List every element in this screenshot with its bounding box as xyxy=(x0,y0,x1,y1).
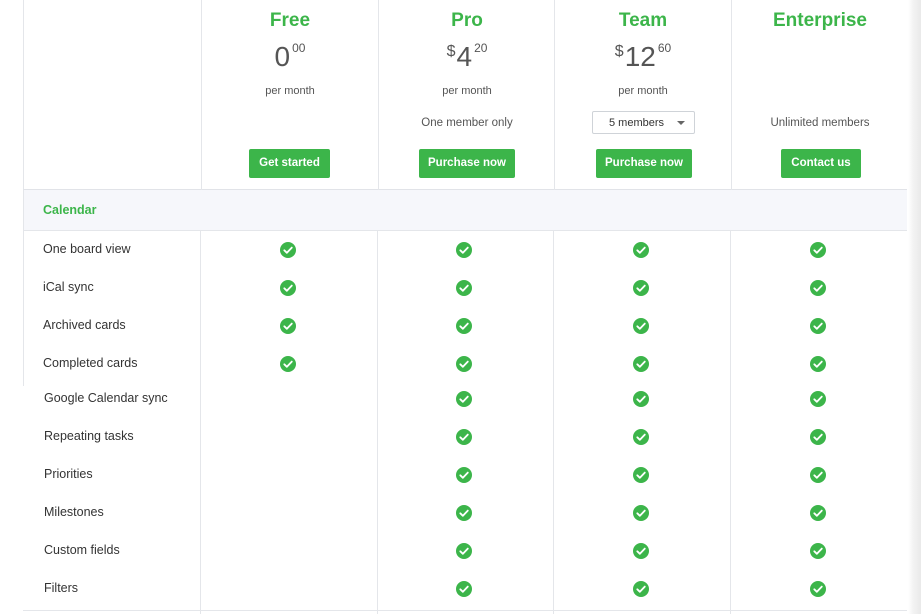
check-circle-icon xyxy=(280,356,296,372)
feature-label: Repeating tasks xyxy=(44,429,134,443)
feature-row: Completed cards xyxy=(23,345,907,383)
price-amount: 4 xyxy=(456,41,473,72)
members-select[interactable]: 5 members xyxy=(592,111,695,134)
check-circle-icon xyxy=(633,467,649,483)
feature-row: Archived cards xyxy=(23,307,907,345)
purchase-now-button[interactable]: Purchase now xyxy=(419,149,515,178)
members-select-value: 5 members xyxy=(609,117,665,129)
feature-label: Custom fields xyxy=(44,543,120,557)
plan-price: $4 20 xyxy=(379,39,555,75)
check-circle-icon xyxy=(810,242,826,258)
check-circle-icon xyxy=(633,543,649,559)
check-circle-icon xyxy=(810,391,826,407)
check-circle-icon xyxy=(633,356,649,372)
check-circle-icon xyxy=(810,318,826,334)
plan-name: Team xyxy=(618,10,668,31)
check-circle-icon xyxy=(456,318,472,334)
page-edge-shadow xyxy=(908,0,921,614)
feature-label: Milestones xyxy=(44,505,104,519)
feature-label: Priorities xyxy=(44,467,93,481)
check-circle-icon xyxy=(810,356,826,372)
table-bottom-border xyxy=(23,610,907,611)
pricing-header: Free 0 00 per month Get started Pro $4 20 … xyxy=(23,0,907,190)
price-period: per month xyxy=(618,85,668,97)
check-circle-icon xyxy=(456,280,472,296)
feature-label: Completed cards xyxy=(43,356,138,370)
check-circle-icon xyxy=(456,581,472,597)
check-circle-icon xyxy=(456,391,472,407)
check-circle-icon xyxy=(633,505,649,521)
get-started-button[interactable]: Get started xyxy=(249,149,330,178)
feature-label: Google Calendar sync xyxy=(44,391,168,405)
price-amount: 12 xyxy=(624,41,656,72)
price-amount: 0 xyxy=(274,41,291,72)
feature-row: Repeating tasks xyxy=(23,418,907,456)
section-header: Calendar xyxy=(23,190,907,231)
price-currency: $ xyxy=(614,43,624,60)
check-circle-icon xyxy=(456,543,472,559)
plan-name: Pro xyxy=(451,10,483,31)
feature-row: Custom fields xyxy=(23,532,907,570)
plan-name: Enterprise xyxy=(773,10,867,31)
price-cents: 60 xyxy=(657,41,672,55)
plan-name: Free xyxy=(269,10,311,31)
price-cents: 00 xyxy=(292,41,306,55)
feature-label: One board view xyxy=(43,242,131,256)
check-circle-icon xyxy=(810,429,826,445)
check-circle-icon xyxy=(633,318,649,334)
check-circle-icon xyxy=(810,581,826,597)
check-circle-icon xyxy=(810,467,826,483)
check-circle-icon xyxy=(456,505,472,521)
feature-row: Priorities xyxy=(23,456,907,494)
members-info: One member only xyxy=(421,117,513,129)
feature-row: Milestones xyxy=(23,494,907,532)
plan-free: Free 0 00 per month Get started xyxy=(201,0,378,190)
check-circle-icon xyxy=(633,391,649,407)
feature-rows: One board view iCal sync Archived cards Com… xyxy=(23,231,907,614)
contact-us-button[interactable]: Contact us xyxy=(781,149,861,178)
check-circle-icon xyxy=(633,581,649,597)
feature-row: Google Calendar sync xyxy=(23,380,907,418)
purchase-now-button[interactable]: Purchase now xyxy=(596,149,692,178)
plan-price: 0 00 xyxy=(202,39,378,75)
check-circle-icon xyxy=(810,280,826,296)
check-circle-icon xyxy=(280,318,296,334)
check-circle-icon xyxy=(810,505,826,521)
check-circle-icon xyxy=(810,543,826,559)
feature-label: Archived cards xyxy=(43,318,126,332)
check-circle-icon xyxy=(456,467,472,483)
plan-price: $12 60 xyxy=(555,39,731,75)
check-circle-icon xyxy=(456,242,472,258)
plan-team: Team $12 60 per month 5 members Purchase … xyxy=(554,0,731,190)
price-cents: 20 xyxy=(474,41,488,55)
check-circle-icon xyxy=(633,280,649,296)
check-circle-icon xyxy=(280,280,296,296)
feature-label: iCal sync xyxy=(43,280,94,294)
page-margin xyxy=(0,0,22,614)
price-currency: $ xyxy=(446,43,456,60)
pricing-page: Free 0 00 per month Get started Pro $4 20 … xyxy=(0,0,921,614)
feature-row: One board view xyxy=(23,231,907,269)
pricing-table: Free 0 00 per month Get started Pro $4 20 … xyxy=(23,0,907,614)
check-circle-icon xyxy=(456,356,472,372)
price-period: per month xyxy=(442,85,492,97)
check-circle-icon xyxy=(456,429,472,445)
check-circle-icon xyxy=(633,429,649,445)
plan-enterprise: Enterprise Unlimited members Contact us xyxy=(731,0,908,190)
feature-label: Filters xyxy=(44,581,79,595)
section-label: Calendar xyxy=(43,203,97,217)
plan-pro: Pro $4 20 per month One member only Purch… xyxy=(378,0,555,190)
members-info: Unlimited members xyxy=(770,117,870,129)
feature-row: iCal sync xyxy=(23,269,907,307)
chevron-down-icon xyxy=(677,121,685,125)
check-circle-icon xyxy=(633,242,649,258)
feature-row: Filters xyxy=(23,570,907,608)
check-circle-icon xyxy=(280,242,296,258)
price-period: per month xyxy=(265,85,315,97)
